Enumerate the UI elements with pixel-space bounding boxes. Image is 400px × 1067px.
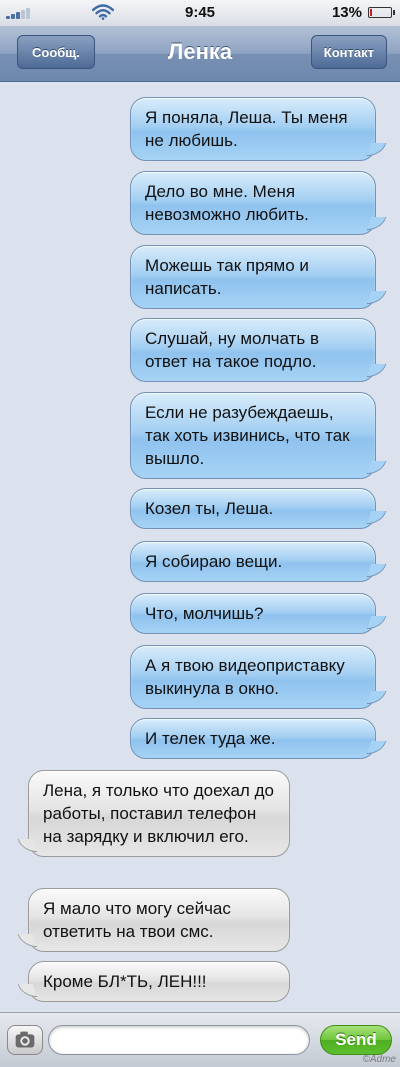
camera-icon (15, 1031, 35, 1048)
outgoing-message[interactable]: Я собираю вещи. (130, 541, 376, 582)
outgoing-message[interactable]: И телек туда же. (130, 718, 376, 759)
message-thread[interactable]: Я поняла, Леша. Ты меня не любишь. Дело … (0, 82, 400, 1012)
status-bar: 9:45 13% (0, 0, 400, 27)
watermark: ©Adme (362, 1054, 397, 1065)
outgoing-message[interactable]: А я твою видеоприставку выкинула в окно. (130, 645, 376, 709)
incoming-message[interactable]: Кроме БЛ*ТЬ, ЛЕН!!! (28, 961, 290, 1002)
message-input[interactable] (48, 1025, 310, 1055)
outgoing-message[interactable]: Козел ты, Леша. (130, 488, 376, 529)
battery-percent: 13% (331, 4, 362, 21)
camera-button[interactable] (7, 1025, 43, 1055)
outgoing-message[interactable]: Я поняла, Леша. Ты меня не любишь. (130, 97, 376, 161)
outgoing-message[interactable]: Слушай, ну молчать в ответ на такое подл… (130, 318, 376, 382)
outgoing-message[interactable]: Если не разубеждаешь, так хоть извинись,… (130, 392, 376, 479)
battery-icon (368, 7, 395, 18)
send-button[interactable]: Send (320, 1025, 392, 1055)
outgoing-message[interactable]: Можешь так прямо и написать. (130, 245, 376, 309)
incoming-message[interactable]: Лена, я только что доехал до работы, пос… (28, 770, 290, 857)
incoming-message[interactable]: Я мало что могу сейчас ответить на твои … (28, 888, 290, 952)
input-bar: Send ©Adme (0, 1012, 400, 1067)
navigation-bar: Сообщ. Ленка Контакт (0, 26, 400, 82)
outgoing-message[interactable]: Что, молчишь? (130, 593, 376, 634)
contact-button[interactable]: Контакт (310, 35, 387, 69)
outgoing-message[interactable]: Дело во мне. Меня невозможно любить. (130, 171, 376, 235)
